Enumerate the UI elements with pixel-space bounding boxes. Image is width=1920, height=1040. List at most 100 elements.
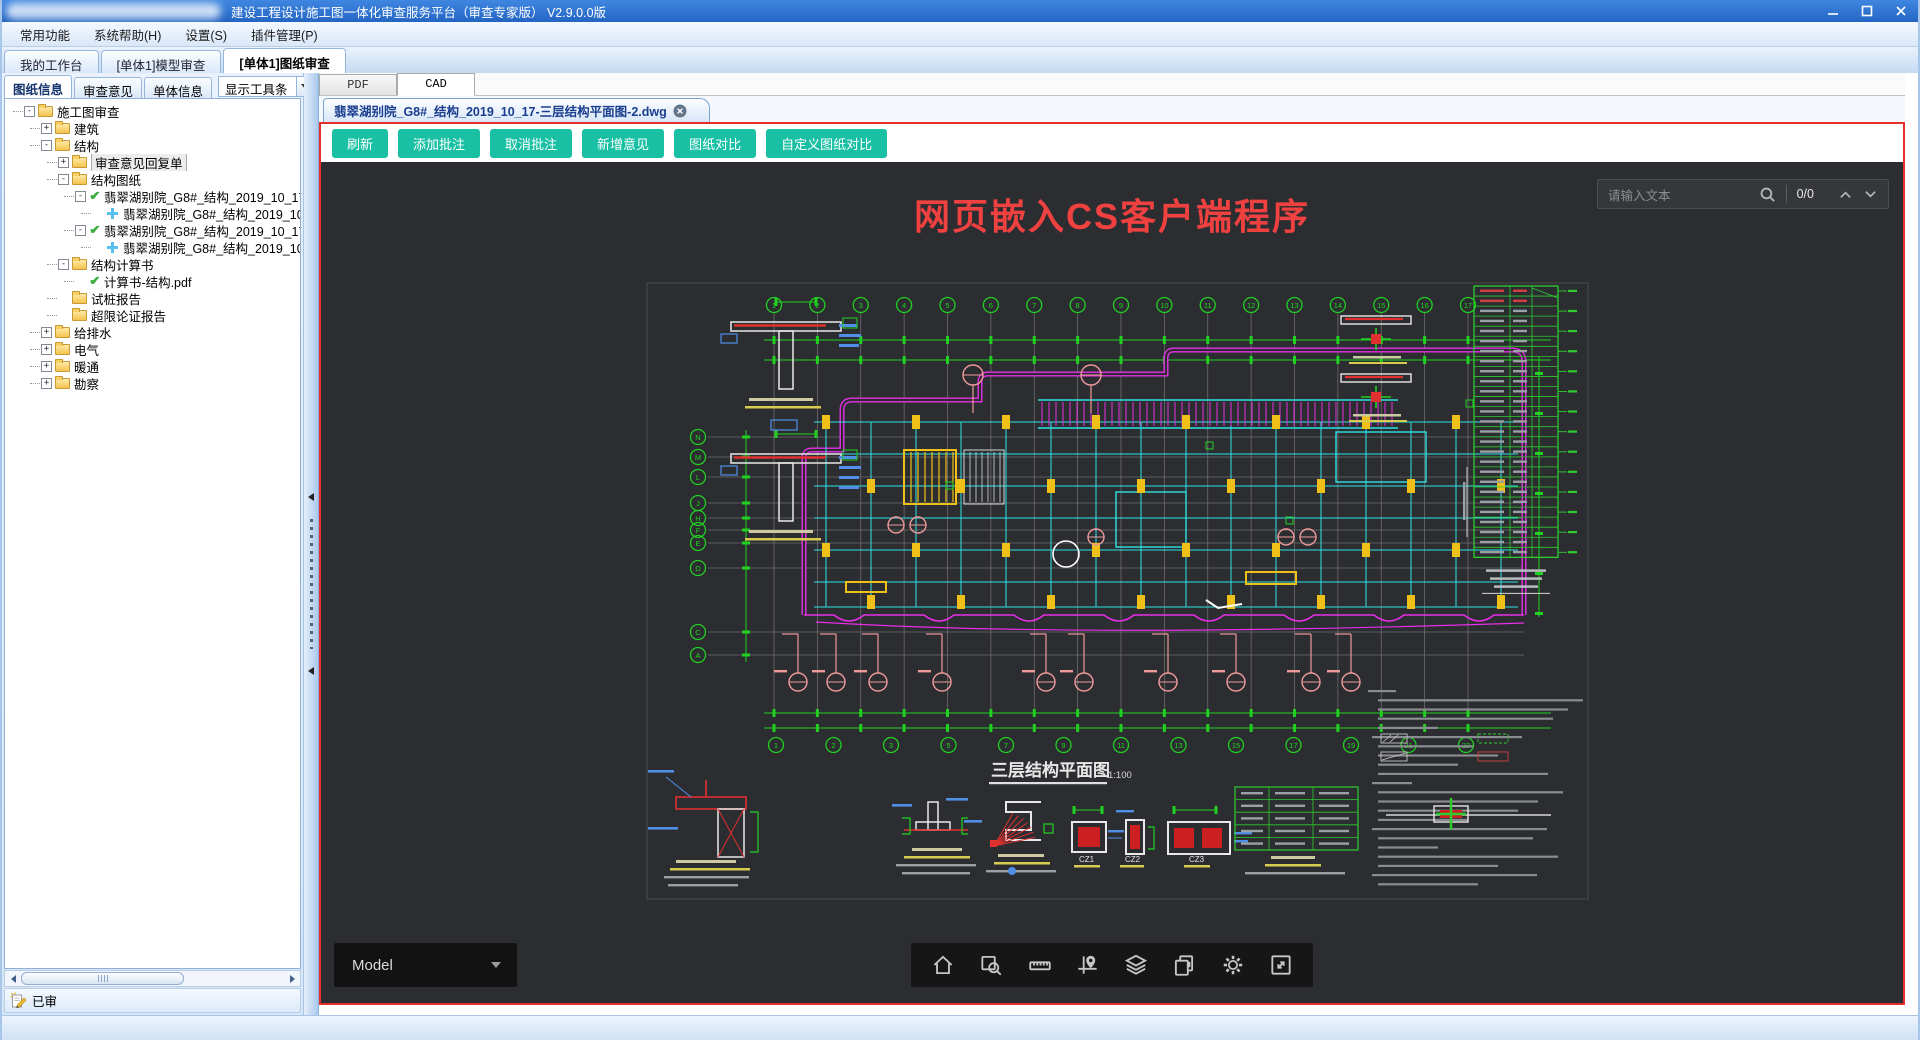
- tree-item[interactable]: -✔ 翡翠湖别院_G8#_结构_2019_10_17-三: [7, 222, 300, 239]
- menu-item-2[interactable]: 系统帮助(H): [82, 22, 173, 47]
- cad-canvas[interactable]: 网页嵌入CS客户端程序 请输入文本 0/0 1 3 4 5 6 7 8 9 10…: [321, 162, 1903, 1003]
- tree-item-label[interactable]: 电气: [74, 341, 99, 358]
- cad-toolbar-button[interactable]: 刷新: [332, 128, 389, 158]
- tree-item[interactable]: +试桩报告: [7, 290, 300, 307]
- tree-expander-icon[interactable]: -: [58, 174, 69, 185]
- fullscreen-icon[interactable]: [1266, 950, 1296, 980]
- close-button[interactable]: [1884, 0, 1918, 22]
- tree-item-label[interactable]: 给排水: [74, 324, 112, 341]
- tree-expander-icon[interactable]: +: [41, 344, 52, 355]
- sidebar-tab[interactable]: 图纸信息: [4, 75, 73, 98]
- layout-model-selector[interactable]: Model: [334, 943, 517, 987]
- tree-item[interactable]: - 结构图纸: [7, 171, 300, 188]
- splitter-grip[interactable]: [309, 519, 313, 649]
- tree-item-label[interactable]: 审查意见回复单: [91, 154, 187, 171]
- home-icon[interactable]: [928, 950, 958, 980]
- tree-item[interactable]: - 施工图审查: [7, 103, 300, 120]
- drawing-file-tab[interactable]: 翡翠湖别院_G8#_结构_2019_10_17-三层结构平面图-2.dwg: [323, 98, 710, 122]
- sheets-icon[interactable]: [1169, 950, 1199, 980]
- next-match-icon[interactable]: [1863, 188, 1878, 201]
- tree-item-label[interactable]: 结构图纸: [91, 171, 141, 188]
- tree-item-label[interactable]: 翡翠湖别院_G8#_结构_2019_10_1: [123, 239, 300, 256]
- zoom-window-icon[interactable]: [976, 950, 1006, 980]
- tree-item-label[interactable]: 施工图审查: [57, 103, 120, 120]
- maximize-button[interactable]: [1850, 0, 1884, 22]
- tree-item[interactable]: + 审查意见回复单: [7, 154, 300, 171]
- main-tab[interactable]: [单体1]图纸审查: [223, 48, 346, 73]
- minimize-button[interactable]: [1816, 0, 1850, 22]
- menu-item-4[interactable]: 插件管理(P): [239, 22, 330, 47]
- top-right-details: [1340, 315, 1412, 422]
- scrollbar-track[interactable]: [21, 971, 284, 986]
- tree-expander-icon[interactable]: -: [41, 140, 52, 151]
- tree-expander-icon[interactable]: +: [58, 157, 69, 168]
- cad-drawing[interactable]: 1234567891011121314151617 NMLJHFEDCA 123…: [646, 282, 1589, 900]
- tree-item[interactable]: - 结构计算书: [7, 256, 300, 273]
- scroll-left-arrow-icon[interactable]: [5, 971, 21, 986]
- svg-text:N: N: [695, 433, 700, 442]
- tree-item-label[interactable]: 翡翠湖别院_G8#_结构_2019_10_17-三: [104, 188, 300, 205]
- tree-item-label[interactable]: 计算书-结构.pdf: [104, 273, 192, 290]
- tree-item-label[interactable]: 暖通: [74, 358, 99, 375]
- check-icon: ✔: [89, 274, 100, 289]
- tree-item[interactable]: +翡翠湖别院_G8#_结构_2019_10_1: [7, 239, 300, 256]
- search-input[interactable]: 请输入文本: [1608, 185, 1759, 204]
- tree-item[interactable]: +翡翠湖别院_G8#_结构_2019_10_1: [7, 205, 300, 222]
- tree-item[interactable]: + 建筑: [7, 120, 300, 137]
- sidebar-tab[interactable]: 单体信息: [144, 77, 213, 99]
- tree-item-label[interactable]: 超限论证报告: [91, 307, 166, 324]
- main-tab[interactable]: [单体1]模型审查: [100, 50, 222, 73]
- main-tab[interactable]: 我的工作台: [4, 50, 99, 73]
- menu-item-1[interactable]: 常用功能: [8, 22, 82, 47]
- tree-item[interactable]: - 结构: [7, 137, 300, 154]
- collapse-arrow-icon[interactable]: [308, 667, 314, 675]
- tree-item[interactable]: +✔计算书-结构.pdf: [7, 273, 300, 290]
- tree-expander-icon[interactable]: +: [41, 327, 52, 338]
- tree-item-label[interactable]: 结构: [74, 137, 99, 154]
- layers-icon[interactable]: [1121, 950, 1151, 980]
- tree-item[interactable]: + 勘察: [7, 375, 300, 392]
- collapse-arrow-icon[interactable]: [308, 493, 314, 501]
- tree-item-label[interactable]: 建筑: [74, 120, 99, 137]
- tree-expander-icon[interactable]: -: [75, 191, 86, 202]
- sidebar-horizontal-scrollbar[interactable]: [4, 970, 301, 987]
- folder-icon: [55, 325, 70, 338]
- tree-expander-icon[interactable]: -: [24, 106, 35, 117]
- toolbar-visibility-dropdown[interactable]: 显示工具条: [218, 76, 314, 97]
- tree-item[interactable]: + 给排水: [7, 324, 300, 341]
- tree-item-label[interactable]: 翡翠湖别院_G8#_结构_2019_10_17-三: [104, 222, 300, 239]
- tree-item-label[interactable]: 试桩报告: [91, 290, 141, 307]
- settings-icon[interactable]: [1218, 950, 1248, 980]
- cad-toolbar-button[interactable]: 添加批注: [398, 128, 481, 158]
- tree-expander-icon[interactable]: +: [41, 378, 52, 389]
- tree-expander-icon[interactable]: +: [41, 361, 52, 372]
- text-search-bar[interactable]: 请输入文本 0/0: [1597, 179, 1889, 209]
- scrollbar-thumb[interactable]: [21, 972, 185, 985]
- format-tab-cad[interactable]: CAD: [397, 73, 475, 96]
- tree-item[interactable]: +超限论证报告: [7, 307, 300, 324]
- ruler-icon[interactable]: [1025, 950, 1055, 980]
- tree-item[interactable]: + 暖通: [7, 358, 300, 375]
- close-tab-icon[interactable]: [673, 104, 687, 118]
- tree-expander-icon[interactable]: -: [75, 225, 86, 236]
- panel-splitter[interactable]: [304, 73, 319, 1015]
- cad-toolbar-button[interactable]: 图纸对比: [674, 128, 757, 158]
- cad-toolbar-button[interactable]: 取消批注: [490, 128, 573, 158]
- tree-item[interactable]: -✔ 翡翠湖别院_G8#_结构_2019_10_17-三: [7, 188, 300, 205]
- menu-item-3[interactable]: 设置(S): [173, 22, 239, 47]
- sidebar-tab[interactable]: 审查意见: [74, 77, 143, 99]
- tree-expander-icon[interactable]: -: [58, 259, 69, 270]
- format-tab-pdf[interactable]: PDF: [319, 74, 397, 95]
- coordinates-icon[interactable]: [1073, 950, 1103, 980]
- tree-expander-icon[interactable]: +: [41, 123, 52, 134]
- tree-item-label[interactable]: 翡翠湖别院_G8#_结构_2019_10_1: [123, 205, 300, 222]
- tree-item-label[interactable]: 结构计算书: [91, 256, 154, 273]
- search-icon[interactable]: [1759, 186, 1776, 203]
- cad-toolbar-button[interactable]: 新增意见: [582, 128, 665, 158]
- folder-icon: [55, 121, 70, 134]
- tree-item[interactable]: + 电气: [7, 341, 300, 358]
- tree-item-label[interactable]: 勘察: [74, 375, 99, 392]
- cad-toolbar-button[interactable]: 自定义图纸对比: [766, 128, 888, 158]
- previous-match-icon[interactable]: [1838, 188, 1853, 201]
- scroll-right-arrow-icon[interactable]: [284, 971, 300, 986]
